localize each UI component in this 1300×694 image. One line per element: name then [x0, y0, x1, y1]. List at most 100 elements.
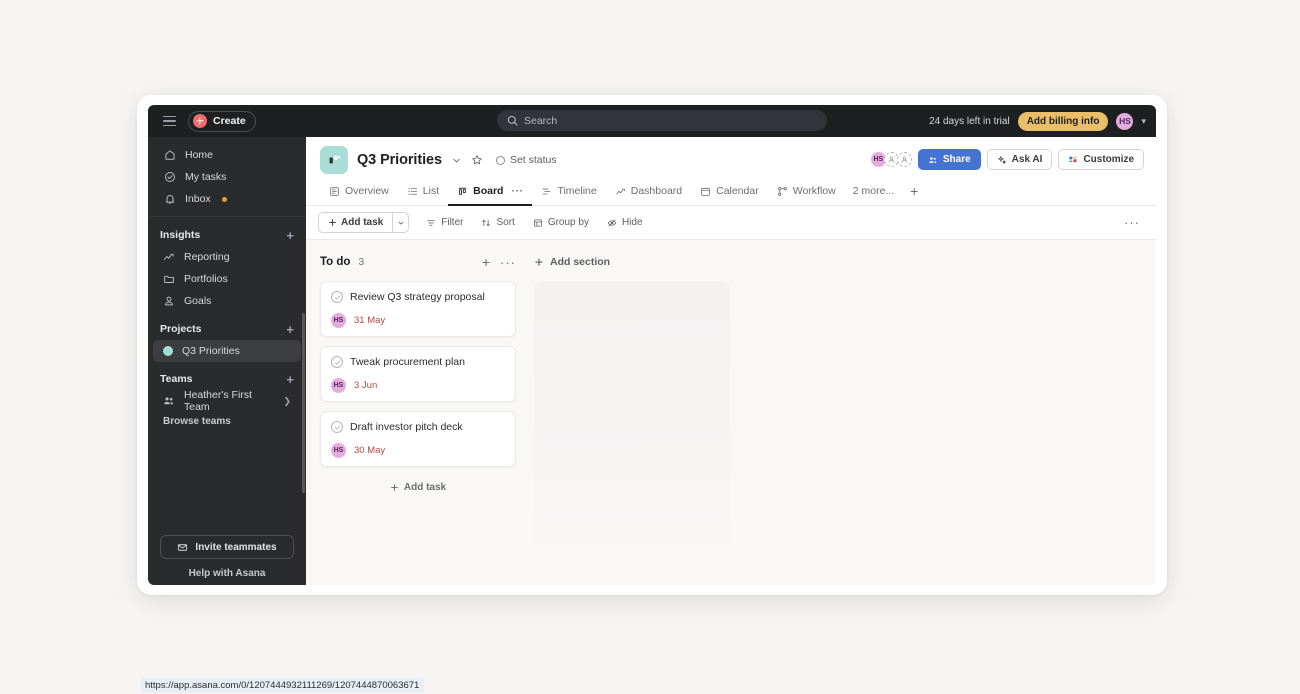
page-title: Q3 Priorities — [357, 152, 442, 168]
board-options-more-icon[interactable]: ··· — [1124, 215, 1144, 230]
add-view-icon[interactable]: + — [902, 184, 926, 202]
browse-teams-link[interactable]: Browse teams — [148, 412, 306, 431]
share-button[interactable]: Share — [917, 149, 981, 170]
task-card[interactable]: Tweak procurement plan HS 3 Jun — [320, 346, 516, 402]
tab-list[interactable]: List — [398, 181, 448, 206]
tab-label: Timeline — [557, 185, 597, 197]
project-board-icon — [320, 146, 348, 174]
complete-task-check-icon[interactable] — [331, 291, 343, 303]
sidebar-item-inbox[interactable]: Inbox — [153, 188, 301, 210]
board-toolbar: Add task Filter Sort Group by Hide ··· — [306, 206, 1156, 240]
add-project-icon[interactable]: + — [286, 323, 294, 336]
task-card[interactable]: Review Q3 strategy proposal HS 31 May — [320, 281, 516, 337]
hide-label: Hide — [621, 217, 643, 228]
sidebar-section-projects: Projects + — [148, 318, 306, 340]
create-button[interactable]: Create — [188, 110, 256, 132]
avatar[interactable]: HS — [331, 443, 346, 458]
member-avatar-group: HS — [870, 152, 912, 167]
sidebar-item-my-tasks[interactable]: My tasks — [153, 166, 301, 188]
browser-window: Create Search 24 days left in trial Add … — [137, 95, 1167, 595]
chevron-right-icon[interactable]: ❯ — [283, 396, 291, 407]
sidebar-item-heathers-first-team[interactable]: Heather's First Team ❯ — [153, 389, 301, 413]
sort-button[interactable]: Sort — [474, 212, 521, 233]
task-card-title: Review Q3 strategy proposal — [350, 291, 485, 303]
calendar-icon — [700, 186, 711, 197]
app-body: Home My tasks Inbox Insights + Reporting… — [148, 137, 1156, 585]
sidebar-scrollbar[interactable] — [302, 313, 305, 493]
topbar-right-group: 24 days left in trial Add billing info H… — [929, 111, 1150, 131]
unread-badge-dot — [221, 196, 227, 202]
sidebar-item-home[interactable]: Home — [153, 144, 301, 166]
list-icon — [407, 186, 418, 197]
hamburger-icon[interactable] — [158, 110, 180, 132]
bell-icon — [163, 193, 176, 206]
avatar[interactable]: HS — [331, 378, 346, 393]
add-task-button[interactable]: Add task — [318, 212, 393, 233]
column-add-task-button[interactable]: Add task — [320, 476, 516, 499]
tabs-more-button[interactable]: 2 more... — [845, 181, 902, 204]
help-with-asana-link[interactable]: Help with Asana — [160, 568, 294, 579]
sort-label: Sort — [496, 217, 515, 228]
task-due-date[interactable]: 31 May — [354, 315, 385, 326]
sidebar-item-portfolios[interactable]: Portfolios — [153, 268, 301, 290]
hide-button[interactable]: Hide — [600, 212, 650, 233]
invite-member-icon[interactable] — [896, 152, 912, 167]
task-card-meta: HS 30 May — [331, 443, 505, 458]
invite-teammates-button[interactable]: Invite teammates — [160, 535, 294, 559]
tab-calendar[interactable]: Calendar — [691, 181, 768, 206]
board-tab-more-icon[interactable]: ··· — [511, 185, 523, 197]
add-insight-icon[interactable]: + — [286, 229, 294, 242]
avatar[interactable]: HS — [1116, 112, 1134, 130]
sidebar-item-label: Q3 Priorities — [182, 345, 240, 357]
tab-board[interactable]: Board ··· — [448, 181, 533, 206]
project-header-actions: HS Share Ask AI Customize — [870, 149, 1144, 170]
add-team-icon[interactable]: + — [286, 373, 294, 386]
status-bar-url: https://app.asana.com/0/1207444932111269… — [141, 678, 425, 693]
sidebar-section-teams: Teams + — [148, 368, 306, 390]
home-icon — [163, 149, 176, 162]
tab-timeline[interactable]: Timeline — [532, 181, 605, 206]
add-task-to-column-icon[interactable]: + — [482, 255, 490, 269]
search-input[interactable]: Search — [497, 110, 827, 131]
task-due-date[interactable]: 30 May — [354, 445, 385, 456]
create-button-label: Create — [213, 115, 246, 127]
task-card-title-row: Tweak procurement plan — [331, 356, 505, 368]
sidebar-item-goals[interactable]: Goals — [153, 290, 301, 312]
sidebar-top-group: Home My tasks Inbox — [148, 137, 306, 217]
favorite-star-icon[interactable] — [471, 154, 483, 166]
tab-overview[interactable]: Overview — [320, 181, 398, 206]
task-due-date[interactable]: 3 Jun — [354, 380, 377, 391]
column-more-icon[interactable]: ··· — [500, 256, 516, 269]
ask-ai-button[interactable]: Ask AI — [986, 149, 1053, 170]
tab-label: Dashboard — [630, 185, 683, 197]
project-menu-chevron-down-icon[interactable] — [451, 155, 462, 166]
share-button-label: Share — [942, 154, 971, 165]
sidebar-section-label: Teams — [160, 373, 193, 385]
sidebar-item-label: Home — [185, 149, 214, 161]
trial-status-text: 24 days left in trial — [929, 115, 1010, 127]
tab-workflow[interactable]: Workflow — [768, 181, 845, 206]
filter-label: Filter — [441, 217, 464, 228]
add-section-button[interactable]: Add section — [534, 252, 730, 272]
add-billing-info-button[interactable]: Add billing info — [1017, 111, 1109, 131]
placeholder-column — [534, 281, 730, 571]
tab-dashboard[interactable]: Dashboard — [606, 181, 691, 206]
filter-button[interactable]: Filter — [419, 212, 470, 233]
board-canvas: To do 3 + ··· Review Q3 strategy proposa… — [306, 240, 1156, 585]
task-card-meta: HS 31 May — [331, 313, 505, 328]
chevron-down-icon[interactable]: ▾ — [1141, 116, 1146, 127]
add-task-dropdown-chevron-down-icon[interactable] — [392, 212, 410, 233]
customize-button[interactable]: Customize — [1058, 149, 1144, 170]
set-status-button[interactable]: Set status — [495, 154, 557, 166]
avatar[interactable]: HS — [331, 313, 346, 328]
sidebar-item-q3-priorities[interactable]: Q3 Priorities — [153, 340, 301, 362]
task-card[interactable]: Draft investor pitch deck HS 30 May — [320, 411, 516, 467]
complete-task-check-icon[interactable] — [331, 356, 343, 368]
plus-icon — [534, 257, 544, 267]
group-by-button[interactable]: Group by — [526, 212, 596, 233]
hide-eye-icon — [607, 218, 617, 228]
complete-task-check-icon[interactable] — [331, 421, 343, 433]
task-card-title-row: Draft investor pitch deck — [331, 421, 505, 433]
sidebar-item-reporting[interactable]: Reporting — [153, 246, 301, 268]
board-icon — [457, 186, 468, 197]
